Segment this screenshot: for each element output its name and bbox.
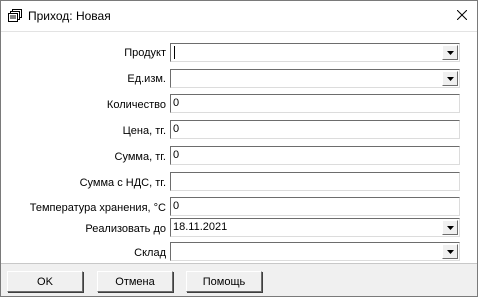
chevron-down-icon [446, 225, 454, 230]
storage-temp-label: Температура хранения, °С [29, 202, 166, 214]
product-combo[interactable] [170, 43, 460, 62]
warehouse-combo[interactable] [170, 242, 460, 261]
button-bar: OK Отмена Помощь [1, 263, 477, 296]
help-button[interactable]: Помощь [186, 271, 262, 292]
text-cursor [174, 46, 175, 59]
document-stack-icon [7, 8, 23, 24]
close-icon [456, 9, 468, 23]
sum-input[interactable]: 0 [170, 146, 460, 165]
form-panel: Продукт Ед.изм. Количество 0 Цена, тг. 0… [1, 31, 477, 263]
window-title: Приход: Новая [28, 9, 111, 23]
dialog-window: Приход: Новая Продукт Ед.изм. Количество… [0, 0, 478, 297]
title-bar: Приход: Новая [1, 1, 477, 31]
quantity-label: Количество [106, 99, 166, 111]
sum-vat-input[interactable] [170, 172, 460, 191]
ok-button[interactable]: OK [7, 271, 83, 292]
warehouse-dropdown-button[interactable] [442, 244, 458, 259]
close-button[interactable] [447, 1, 477, 31]
product-label: Продукт [124, 47, 166, 59]
chevron-down-icon [446, 76, 454, 81]
chevron-down-icon [446, 249, 454, 254]
product-dropdown-button[interactable] [442, 45, 458, 60]
sell-by-label: Реализовать до [85, 223, 166, 235]
sell-by-value: 18.11.2021 [173, 221, 228, 233]
unit-dropdown-button[interactable] [442, 71, 458, 86]
price-label: Цена, тг. [122, 125, 166, 137]
storage-temp-input[interactable]: 0 [170, 197, 460, 216]
quantity-input[interactable]: 0 [170, 94, 460, 113]
unit-combo[interactable] [170, 69, 460, 88]
price-input[interactable]: 0 [170, 120, 460, 139]
sell-by-date-picker[interactable]: 18.11.2021 [170, 218, 460, 237]
sum-label: Сумма, тг. [114, 151, 166, 163]
chevron-down-icon [446, 50, 454, 55]
cancel-button[interactable]: Отмена [97, 271, 173, 292]
unit-label: Ед.изм. [127, 73, 166, 85]
warehouse-label: Склад [134, 247, 166, 259]
sum-vat-label: Сумма с НДС, тг. [79, 177, 166, 189]
sell-by-dropdown-button[interactable] [442, 220, 458, 235]
